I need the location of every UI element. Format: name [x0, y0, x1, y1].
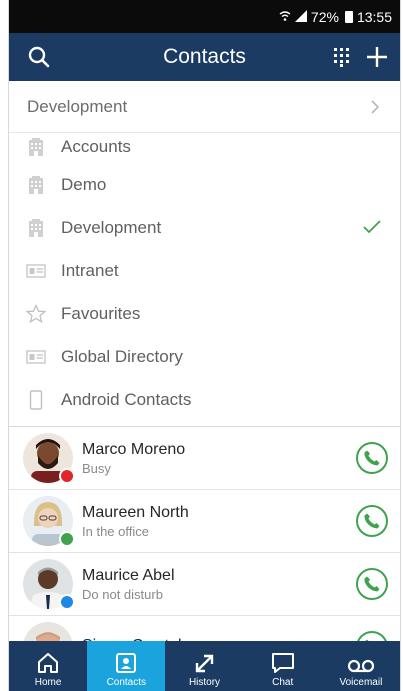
phone-icon [364, 576, 380, 592]
directory-item-label: Global Directory [61, 346, 183, 366]
tab-voicemail[interactable]: Voicemail [322, 641, 400, 691]
contact-row-maurice-abel[interactable]: Maurice Abel Do not disturb [9, 553, 400, 616]
id-card-icon [25, 261, 47, 281]
battery-level: 72% [310, 8, 339, 25]
building-icon [25, 137, 47, 157]
battery-icon [344, 10, 353, 23]
directory-item-accounts[interactable]: Accounts [9, 133, 400, 163]
directory-item-label: Accounts [61, 137, 131, 156]
tab-chat[interactable]: Chat [244, 641, 322, 691]
tab-label: Chat [272, 677, 294, 688]
directory-selector[interactable]: Development [9, 81, 400, 133]
directory-item-demo[interactable]: Demo [9, 163, 400, 206]
directory-item-label: Favourites [61, 303, 141, 323]
call-button[interactable] [356, 568, 388, 600]
contact-name: Marco Moreno [82, 440, 186, 458]
directory-item-label: Demo [61, 174, 107, 194]
directory-selector-label: Development [27, 96, 128, 116]
directory-item-label: Development [61, 217, 162, 237]
signal-icon [294, 9, 307, 25]
directory-item-favourites[interactable]: Favourites [9, 292, 400, 335]
phone-device-icon [25, 389, 47, 410]
tab-label: Contacts [106, 677, 147, 688]
avatar [23, 559, 75, 610]
chat-icon [271, 653, 294, 673]
contact-name: Maurice Abel [82, 566, 175, 584]
phone-icon [364, 450, 380, 466]
contact-status: Do not disturb [82, 586, 163, 602]
contact-row-maureen-north[interactable]: Maureen North In the office [9, 490, 400, 553]
contact-name: Maureen North [82, 503, 189, 521]
contact-row-marco-moreno[interactable]: Marco Moreno Busy [9, 427, 400, 490]
presence-indicator-dnd [59, 594, 75, 610]
avatar [23, 433, 75, 484]
presence-indicator-available [59, 531, 75, 547]
building-icon [25, 218, 47, 238]
checkmark-icon [362, 218, 382, 236]
wifi-icon [279, 9, 291, 25]
directory-item-label: Intranet [61, 260, 119, 280]
dialpad-icon[interactable] [332, 47, 352, 67]
chevron-right-icon [370, 99, 380, 115]
directory-list: Accounts Demo Development Intranet Favou… [9, 133, 400, 426]
history-icon [195, 654, 213, 673]
bottom-tab-bar: Home Contacts History Chat Voicemail [9, 641, 400, 691]
contacts-icon [116, 653, 137, 673]
app-header: Contacts [9, 33, 400, 81]
tab-contacts[interactable]: Contacts [87, 641, 166, 691]
tab-label: Home [34, 677, 62, 688]
call-button[interactable] [356, 442, 388, 474]
home-icon [38, 653, 59, 673]
presence-indicator-busy [59, 468, 75, 484]
voicemail-icon [347, 659, 375, 673]
add-contact-icon[interactable] [364, 44, 390, 70]
star-icon [25, 303, 47, 324]
avatar [23, 496, 75, 547]
clock: 13:55 [356, 8, 392, 25]
tab-home[interactable]: Home [9, 641, 87, 691]
building-icon [25, 175, 47, 195]
app-frame: 72% 13:55 Contacts Development Accounts … [8, 0, 401, 691]
contact-status: In the office [82, 523, 149, 539]
directory-item-label: Android Contacts [61, 389, 192, 409]
directory-item-development[interactable]: Development [9, 206, 400, 249]
directory-item-intranet[interactable]: Intranet [9, 249, 400, 292]
contact-status: Busy [82, 460, 111, 476]
id-card-icon [25, 347, 47, 367]
status-bar: 72% 13:55 [9, 0, 400, 33]
tab-history[interactable]: History [165, 641, 243, 691]
tab-label: History [188, 677, 221, 688]
phone-icon [364, 513, 380, 529]
tab-label: Voicemail [339, 677, 383, 688]
call-button[interactable] [356, 505, 388, 537]
directory-item-android-contacts[interactable]: Android Contacts [9, 378, 400, 421]
directory-item-global-directory[interactable]: Global Directory [9, 335, 400, 378]
